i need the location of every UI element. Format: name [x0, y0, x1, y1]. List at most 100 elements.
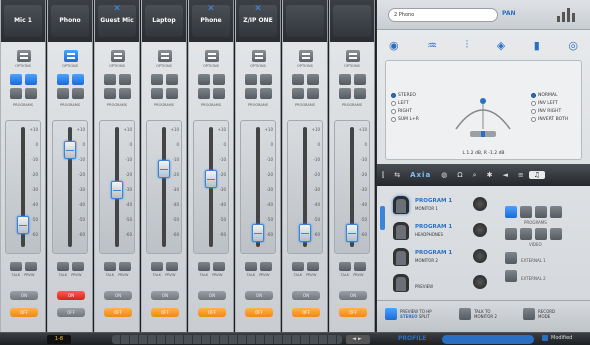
program-1-button[interactable]	[292, 74, 304, 85]
preview-button[interactable]	[25, 262, 37, 271]
program-3-button[interactable]	[10, 88, 22, 99]
phase-mode-option[interactable]: NORMAL	[531, 93, 558, 98]
preview-button[interactable]	[213, 262, 225, 271]
options-button[interactable]	[17, 50, 31, 62]
program-4-button[interactable]	[166, 88, 178, 99]
program-3-button[interactable]	[292, 88, 304, 99]
options-button[interactable]	[346, 50, 360, 62]
program-2-button[interactable]	[119, 74, 131, 85]
tab-list-icon[interactable]: ≡	[513, 171, 529, 179]
talk-button[interactable]	[10, 262, 22, 271]
external-1-button[interactable]	[505, 252, 517, 264]
talk-button[interactable]	[198, 262, 210, 271]
volume-knob[interactable]	[473, 223, 487, 237]
program-2-button[interactable]	[307, 74, 319, 85]
talk-button[interactable]	[57, 262, 69, 271]
program-1-button[interactable]	[57, 74, 69, 85]
phase-mode-option[interactable]: INV RIGHT	[531, 109, 561, 114]
monitor-video-3-button[interactable]	[535, 228, 547, 240]
split-label[interactable]: SPLIT	[419, 314, 430, 319]
off-button[interactable]: OFF	[57, 308, 85, 317]
program-3-button[interactable]	[198, 88, 210, 99]
program-2-button[interactable]	[72, 74, 84, 85]
preview-button[interactable]	[166, 262, 178, 271]
preview-cue-button[interactable]: PREVIEW TO HP STEREO SPLIT	[385, 308, 432, 320]
on-button[interactable]: ON	[57, 291, 85, 300]
eq-icon[interactable]: ⫶	[466, 38, 469, 52]
monitor-row[interactable]: PREVIEW	[387, 272, 497, 296]
options-button[interactable]	[205, 50, 219, 62]
level-knob-icon[interactable]: ◎	[568, 39, 578, 52]
on-button[interactable]: ON	[245, 291, 273, 300]
phase-mode-option[interactable]: INV LEFT	[531, 101, 558, 106]
talk-button[interactable]	[245, 262, 257, 271]
program-2-button[interactable]	[260, 74, 272, 85]
on-button[interactable]: ON	[339, 291, 367, 300]
pan-mode-option[interactable]: SUM L+R	[391, 117, 419, 122]
off-button[interactable]: OFF	[104, 308, 132, 317]
input-selector[interactable]: 2 Phono	[388, 8, 498, 22]
tab-axia[interactable]: Axia	[405, 171, 436, 179]
record-mode-button[interactable]: RECORD MODE	[523, 308, 564, 320]
monitor-video-4-button[interactable]	[550, 228, 562, 240]
monitor-video-1-button[interactable]	[505, 228, 517, 240]
talk-button[interactable]	[104, 262, 116, 271]
fader-knob[interactable]	[64, 141, 76, 159]
pan-knob-icon[interactable]: ◉	[389, 39, 399, 52]
program-3-button[interactable]	[104, 88, 116, 99]
program-1-button[interactable]	[245, 74, 257, 85]
program-4-button[interactable]	[354, 88, 366, 99]
fader-knob[interactable]	[346, 224, 358, 242]
fader-knob[interactable]	[299, 224, 311, 242]
tab-globe-icon[interactable]: ◍	[436, 171, 452, 179]
program-4-button[interactable]	[307, 88, 319, 99]
strip-name[interactable]	[333, 5, 371, 37]
bank-arrows[interactable]: ◄►	[346, 335, 370, 344]
program-2-button[interactable]	[25, 74, 37, 85]
monitor-row[interactable]: PROGRAM 1 HEADPHONES	[387, 220, 497, 244]
external-2-button[interactable]	[505, 270, 517, 282]
strip-name[interactable]: Phono	[51, 5, 89, 37]
monitor-selector-handle[interactable]	[380, 206, 385, 230]
profile-selector[interactable]	[442, 335, 534, 344]
tab-settings-icon[interactable]: ✱	[482, 171, 498, 179]
preview-button[interactable]	[260, 262, 272, 271]
strip-name[interactable]: Laptop	[145, 5, 183, 37]
program-2-button[interactable]	[213, 74, 225, 85]
preview-button[interactable]	[119, 262, 131, 271]
tab-search-icon[interactable]: ⌕	[468, 171, 482, 180]
off-button[interactable]: OFF	[339, 308, 367, 317]
program-1-button[interactable]	[339, 74, 351, 85]
program-4-button[interactable]	[25, 88, 37, 99]
off-button[interactable]: OFF	[10, 308, 38, 317]
fader-knob[interactable]	[111, 181, 123, 199]
options-button[interactable]	[158, 50, 172, 62]
monitor-program-1-button[interactable]	[505, 206, 517, 218]
program-2-button[interactable]	[166, 74, 178, 85]
tab-inputs-icon[interactable]: ⫿	[377, 171, 389, 180]
program-3-button[interactable]	[245, 88, 257, 99]
volume-knob[interactable]	[473, 197, 487, 211]
tab-headphones-icon[interactable]: Ω	[452, 171, 467, 179]
talk-to-monitor-button[interactable]: TALK TO MONITOR 2	[459, 308, 506, 320]
program-4-button[interactable]	[119, 88, 131, 99]
bank-scrollbar[interactable]	[112, 335, 342, 344]
off-button[interactable]: OFF	[151, 308, 179, 317]
off-button[interactable]: OFF	[245, 308, 273, 317]
monitor-video-2-button[interactable]	[520, 228, 532, 240]
off-button[interactable]: OFF	[198, 308, 226, 317]
preview-button[interactable]	[354, 262, 366, 271]
monitor-program-3-button[interactable]	[535, 206, 547, 218]
options-button[interactable]	[111, 50, 125, 62]
tab-routing-icon[interactable]: ⇆	[389, 171, 405, 179]
options-button[interactable]	[252, 50, 266, 62]
program-4-button[interactable]	[213, 88, 225, 99]
program-3-button[interactable]	[57, 88, 69, 99]
pan-position-graphic[interactable]	[448, 91, 518, 141]
program-1-button[interactable]	[151, 74, 163, 85]
on-button[interactable]: ON	[292, 291, 320, 300]
fader-knob[interactable]	[205, 170, 217, 188]
options-button[interactable]	[64, 50, 78, 62]
meter-icon[interactable]: ▮	[534, 39, 540, 52]
fader-track[interactable]	[162, 127, 166, 247]
